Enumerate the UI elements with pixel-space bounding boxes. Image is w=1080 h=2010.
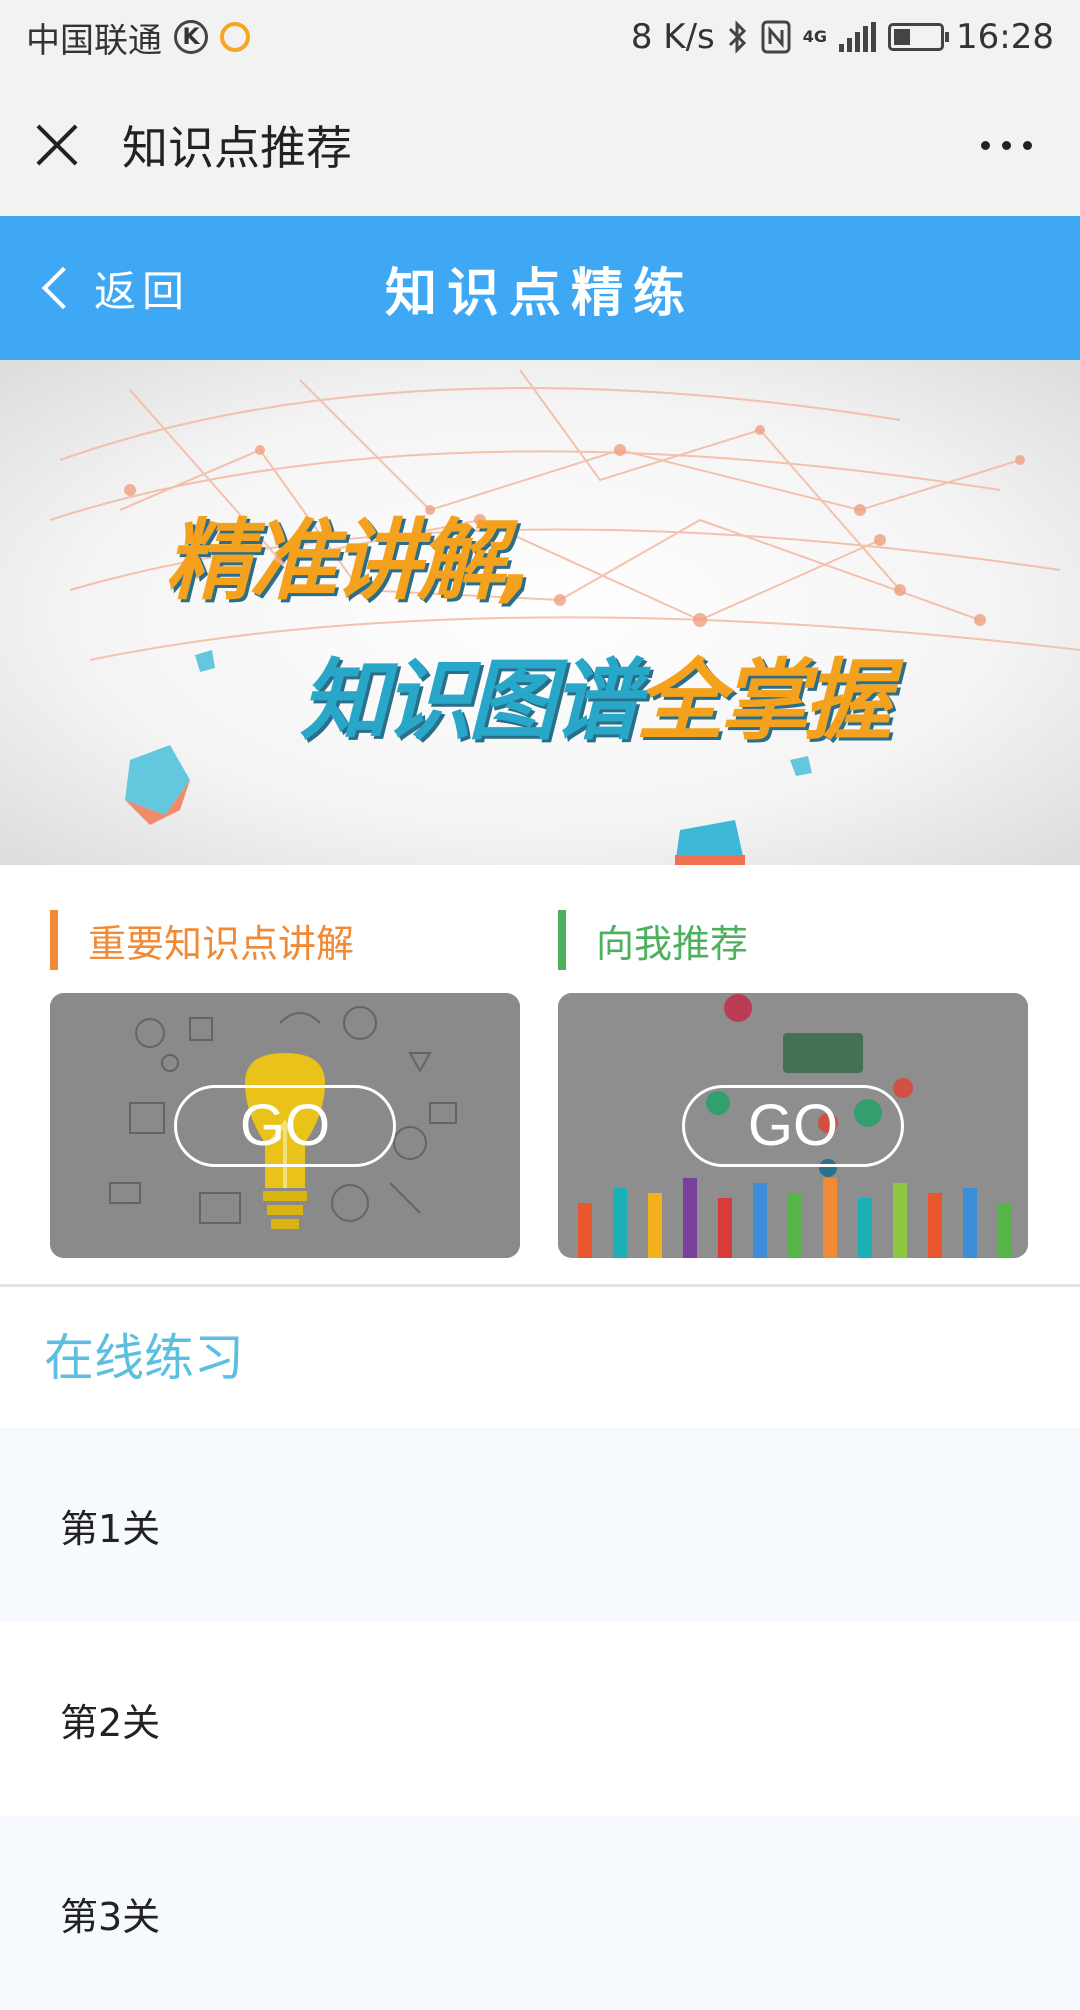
banner-line-1: 精准讲解, [165,509,534,612]
status-right: 8 K/s 4G 16:28 [631,17,1054,57]
level-item[interactable]: 第2关 [0,1622,1080,1816]
page-header: 返回 知识点精练 [0,216,1080,360]
level-label: 第2关 [60,1700,161,1745]
status-bar: 中国联通 K 8 K/s 4G 16:28 [0,0,1080,74]
level-label: 第1关 [60,1506,161,1551]
go-button-recommend[interactable]: GO [682,1084,904,1167]
level-item[interactable]: 第3关 [0,1816,1080,2010]
network-type: 4G [802,27,828,46]
section-head-important: 重要知识点讲解 [50,910,354,970]
card-important[interactable]: GO [50,993,520,1258]
close-icon[interactable] [34,122,80,168]
signal-icon [839,22,877,52]
section-title-recommend: 向我推荐 [596,921,749,966]
app-title: 知识点推荐 [122,121,352,175]
banner-line-2-orange: 全掌握 [636,649,892,752]
accent-bar [50,910,58,970]
hero-banner: 精准讲解, 知识图谱全掌握 [0,360,1080,865]
section-title-important: 重要知识点讲解 [88,921,355,966]
net-speed: 8 K/s [630,17,715,57]
banner-line-2-blue: 知识图谱 [300,649,640,752]
back-button[interactable]: 返回 [38,216,190,360]
network-graphic [49,369,1080,865]
bluetooth-icon [727,20,749,54]
status-left: 中国联通 K [26,13,250,62]
clock: 16:28 [956,17,1054,57]
back-label: 返回 [94,266,191,316]
k-badge-icon: K [174,20,208,54]
level-item[interactable]: 第1关 [0,1428,1080,1622]
divider [0,1284,1080,1287]
alarm-icon [220,22,250,52]
chevron-left-icon [41,266,85,310]
page-title: 知识点精练 [384,263,695,324]
section-head-recommend: 向我推荐 [558,910,748,970]
app-bar: 知识点推荐 [0,74,1080,216]
practice-title: 在线练习 [44,1329,244,1387]
feature-cards: 重要知识点讲解 GO 向我推荐 GO [0,865,1080,1285]
more-icon[interactable] [981,140,1032,150]
go-button-important[interactable]: GO [174,1084,396,1167]
nfc-icon [761,20,791,54]
level-label: 第3关 [60,1894,161,1939]
card-recommend[interactable]: GO [558,993,1028,1258]
battery-icon [888,23,950,51]
carrier-label: 中国联通 [26,20,162,61]
banner-line-2: 知识图谱全掌握 [300,630,892,757]
accent-bar [558,910,566,970]
